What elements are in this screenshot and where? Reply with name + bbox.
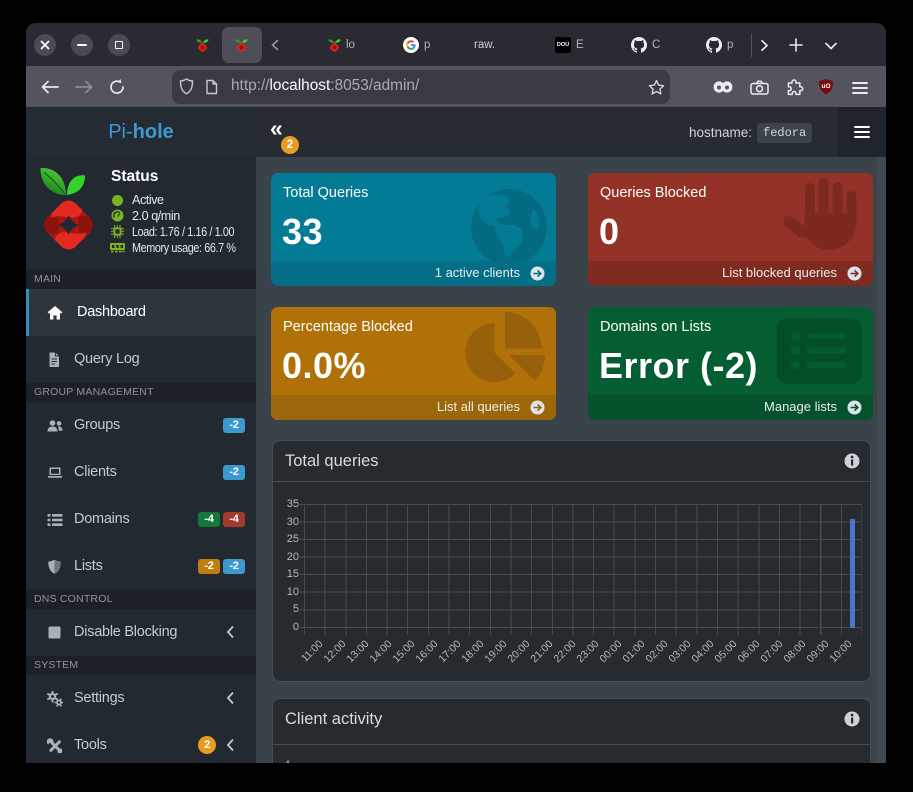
svg-text:uO: uO bbox=[821, 83, 830, 90]
